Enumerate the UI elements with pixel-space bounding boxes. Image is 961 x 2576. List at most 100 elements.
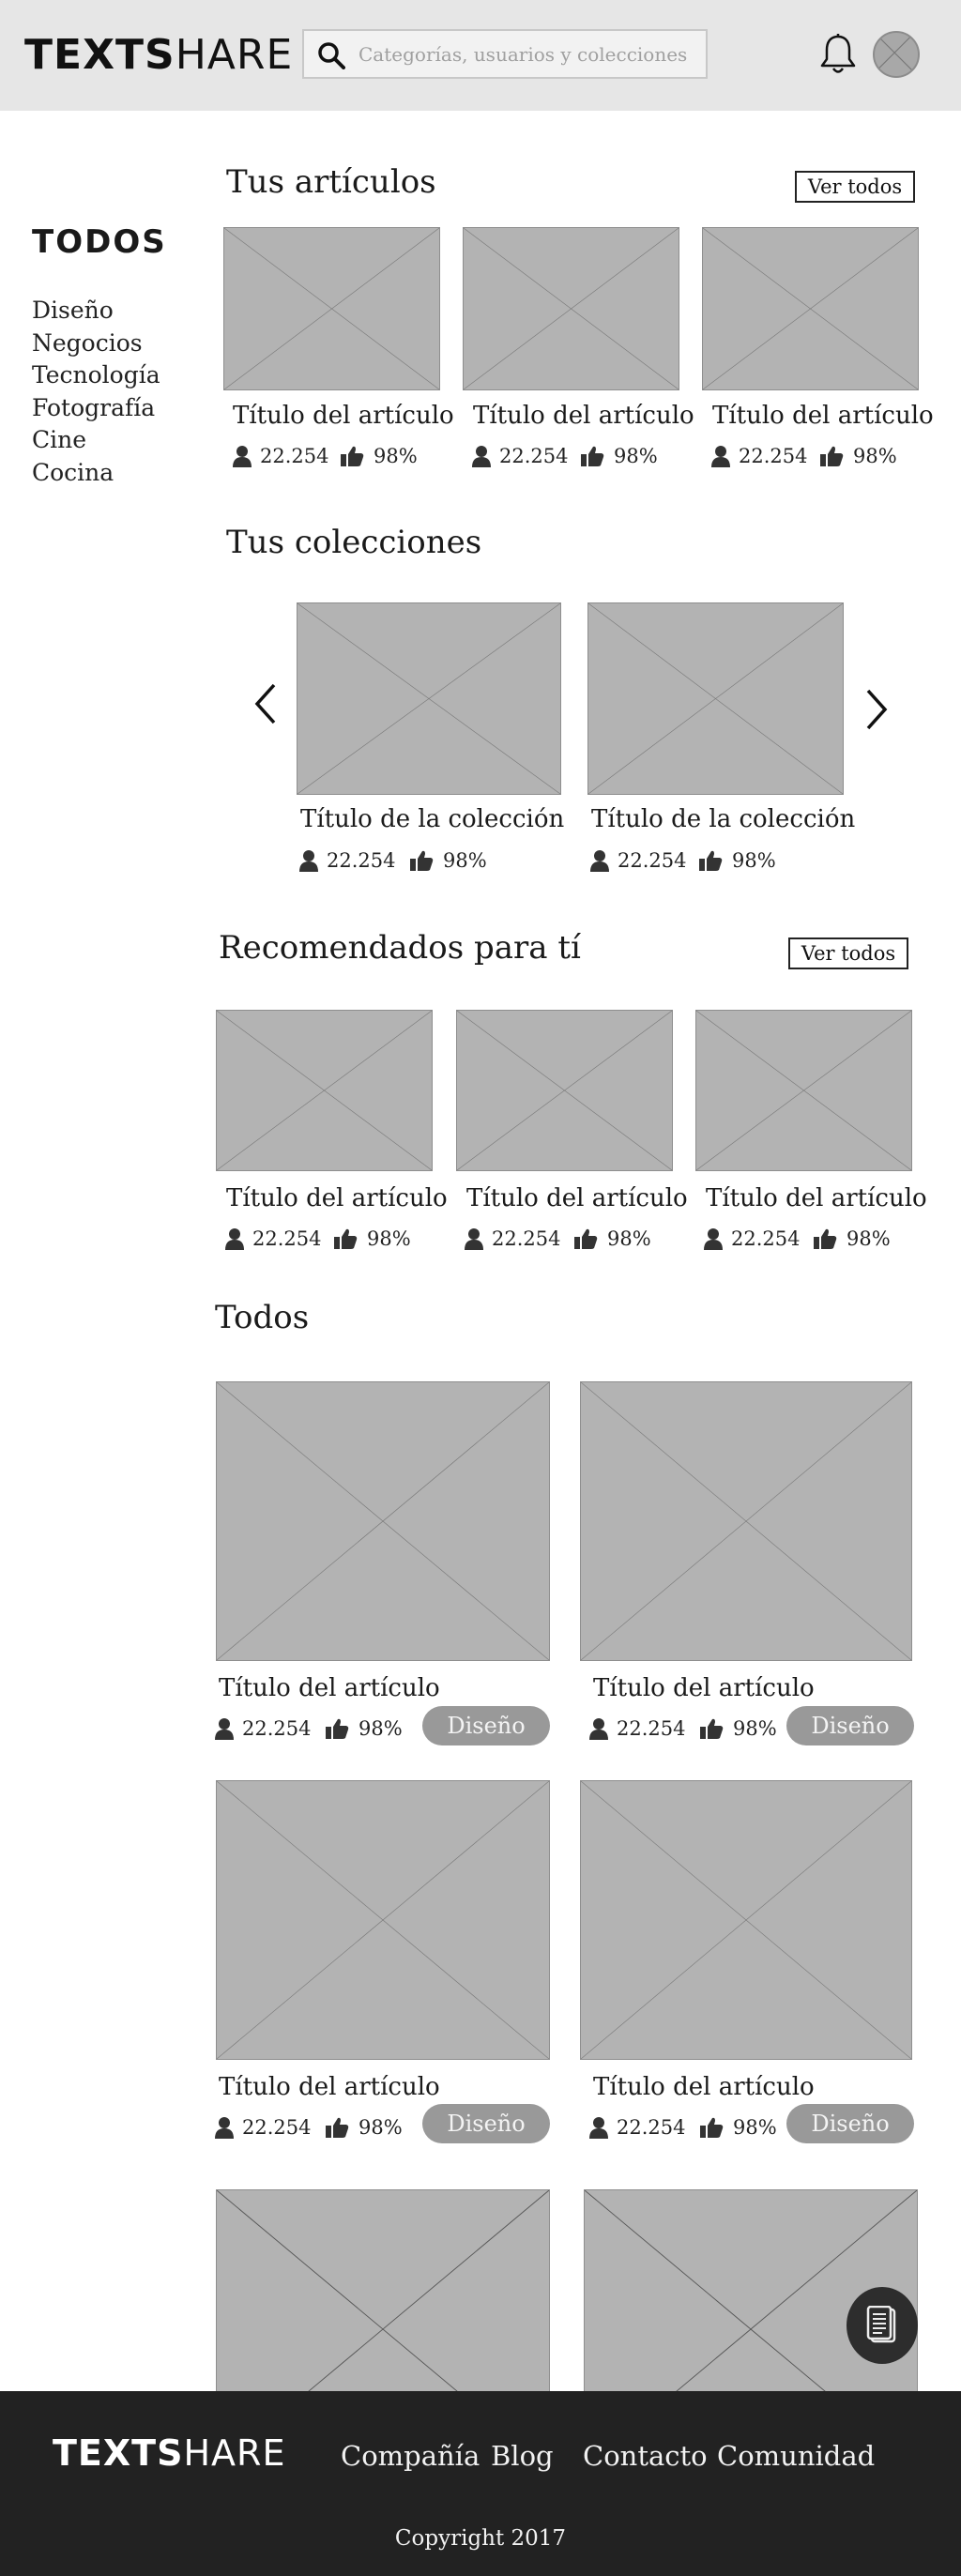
thumbs-up-icon: [574, 1228, 598, 1249]
article-likes-count: 98%: [374, 445, 418, 467]
recommended-title[interactable]: Título del artículo: [706, 1184, 927, 1212]
all-article-image[interactable]: [216, 1381, 550, 1661]
all-article-users-stat: 22.254: [588, 2116, 685, 2139]
all-article-likes-count: 98%: [733, 2116, 777, 2139]
footer-link-comunidad[interactable]: Comunidad: [717, 2440, 875, 2472]
article-title[interactable]: Título del artículo: [712, 402, 934, 430]
footer-logo-text-bold: TEXTS: [53, 2432, 184, 2474]
user-icon: [589, 1718, 608, 1740]
user-icon: [472, 446, 491, 467]
collection-image[interactable]: [297, 602, 561, 795]
recommended-likes-count: 98%: [607, 1227, 651, 1250]
bell-icon[interactable]: [818, 33, 858, 76]
all-article-title[interactable]: Título del artículo: [219, 2073, 440, 2101]
articles-view-all-button[interactable]: Ver todos: [795, 171, 915, 203]
thumbs-up-icon: [341, 446, 364, 466]
category-list: Diseño Negocios Tecnología Fotografía Ci…: [32, 295, 160, 489]
document-icon: [866, 2306, 896, 2343]
footer: TEXTSHARE Compañía Blog Contacto Comunid…: [0, 2391, 961, 2576]
footer-link-blog[interactable]: Blog: [491, 2440, 554, 2472]
all-article-image[interactable]: [580, 1780, 912, 2060]
collection-likes-stat: 98%: [698, 849, 776, 872]
all-article-likes-count: 98%: [733, 1717, 777, 1740]
all-section-title: Todos: [215, 1299, 310, 1336]
collection-likes-count: 98%: [443, 849, 487, 872]
sidebar-item-tecnologia[interactable]: Tecnología: [32, 359, 160, 392]
recommended-title[interactable]: Título del artículo: [226, 1184, 448, 1212]
sidebar-item-fotografia[interactable]: Fotografía: [32, 392, 160, 425]
all-article-image[interactable]: [580, 1381, 912, 1661]
search-icon[interactable]: [317, 41, 345, 69]
all-article-likes-count: 98%: [358, 1717, 403, 1740]
article-image[interactable]: [463, 227, 679, 390]
article-users-count: 22.254: [739, 445, 808, 467]
category-tag[interactable]: Diseño: [786, 2104, 914, 2143]
all-article-users-count: 22.254: [617, 2116, 686, 2139]
user-icon: [465, 1228, 483, 1250]
sidebar-title: TODOS: [32, 223, 167, 261]
footer-logo[interactable]: TEXTSHARE: [53, 2431, 285, 2476]
category-tag[interactable]: Diseño: [786, 1706, 914, 1745]
recommended-likes-stat: 98%: [573, 1227, 651, 1250]
thumbs-up-icon: [326, 1718, 349, 1739]
user-icon: [590, 850, 609, 872]
article-users-count: 22.254: [499, 445, 569, 467]
recommended-users-count: 22.254: [492, 1227, 561, 1250]
footer-link-contacto[interactable]: Contacto: [583, 2440, 708, 2472]
search-input[interactable]: [358, 38, 696, 70]
all-article-users-count: 22.254: [617, 1717, 686, 1740]
recommended-image[interactable]: [216, 1010, 433, 1171]
recommended-users-count: 22.254: [731, 1227, 801, 1250]
recommended-title[interactable]: Título del artículo: [466, 1184, 688, 1212]
sidebar-item-diseno[interactable]: Diseño: [32, 295, 160, 328]
thumbs-up-icon: [410, 850, 434, 871]
article-image[interactable]: [223, 227, 440, 390]
article-users-stat: 22.254: [710, 445, 807, 467]
logo[interactable]: TEXTSHARE: [24, 28, 293, 83]
collection-image[interactable]: [587, 602, 844, 795]
top-header: TEXTSHARE: [0, 0, 961, 111]
article-likes-stat: 98%: [819, 445, 897, 467]
article-likes-stat: 98%: [580, 445, 658, 467]
all-article-title[interactable]: Título del artículo: [219, 1674, 440, 1702]
avatar[interactable]: [873, 31, 920, 78]
recommended-image[interactable]: [456, 1010, 673, 1171]
thumbs-up-icon: [326, 2117, 349, 2138]
new-document-button[interactable]: [847, 2287, 918, 2364]
collections-section-title: Tus colecciones: [226, 524, 482, 561]
recommended-users-count: 22.254: [252, 1227, 322, 1250]
category-tag[interactable]: Diseño: [422, 2104, 550, 2143]
logo-text-thin: HARE: [175, 31, 294, 79]
user-icon: [299, 850, 318, 872]
copyright: Copyright 2017: [394, 2526, 567, 2551]
article-image[interactable]: [702, 227, 919, 390]
sidebar-item-negocios[interactable]: Negocios: [32, 328, 160, 360]
article-likes-count: 98%: [853, 445, 897, 467]
user-icon: [215, 2117, 234, 2139]
all-article-users-stat: 22.254: [214, 2116, 311, 2139]
carousel-next-arrow-icon[interactable]: [861, 685, 892, 734]
recommended-view-all-button[interactable]: Ver todos: [788, 937, 908, 969]
collection-users-stat: 22.254: [589, 849, 686, 872]
all-article-image[interactable]: [216, 1780, 550, 2060]
all-article-likes-stat: 98%: [699, 1717, 777, 1740]
all-article-title[interactable]: Título del artículo: [593, 1674, 815, 1702]
sidebar-item-cocina[interactable]: Cocina: [32, 457, 160, 490]
carousel-prev-arrow-icon[interactable]: [250, 679, 282, 728]
recommended-image[interactable]: [695, 1010, 912, 1171]
collection-users-count: 22.254: [327, 849, 396, 872]
collection-likes-count: 98%: [732, 849, 776, 872]
category-tag[interactable]: Diseño: [422, 1706, 550, 1745]
recommended-likes-count: 98%: [367, 1227, 411, 1250]
article-title[interactable]: Título del artículo: [233, 402, 454, 430]
recommended-likes-stat: 98%: [333, 1227, 411, 1250]
collection-users-count: 22.254: [618, 849, 687, 872]
all-article-title[interactable]: Título del artículo: [593, 2073, 815, 2101]
collection-title[interactable]: Título de la colección: [591, 805, 855, 833]
article-title[interactable]: Título del artículo: [473, 402, 694, 430]
thumbs-up-icon: [699, 850, 723, 871]
user-icon: [215, 1718, 234, 1740]
sidebar-item-cine[interactable]: Cine: [32, 424, 160, 457]
collection-title[interactable]: Título de la colección: [300, 805, 564, 833]
footer-link-compania[interactable]: Compañía: [341, 2440, 480, 2472]
